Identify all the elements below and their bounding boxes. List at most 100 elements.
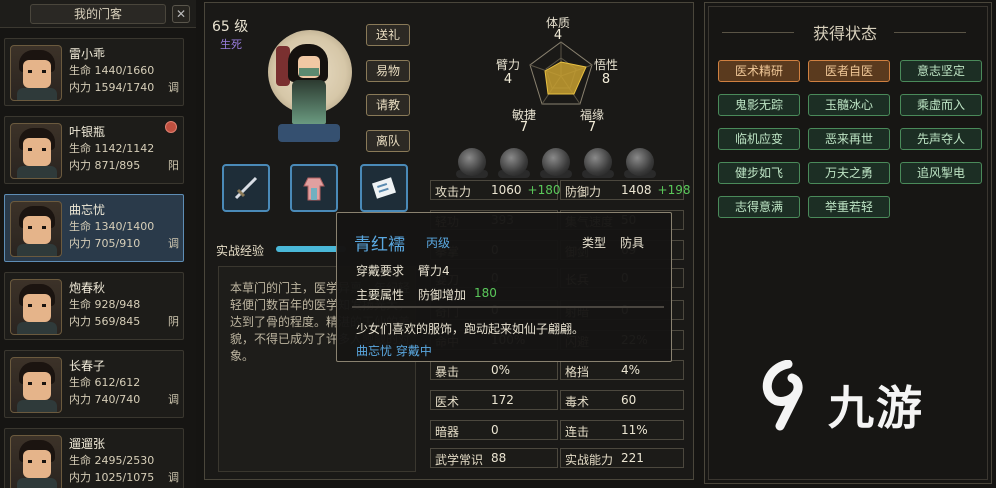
equip-slot-armor[interactable] [290,164,338,212]
trade-button[interactable]: 易物 [366,60,410,82]
character-mp: 内力 1594/1740 [69,81,155,94]
stat-label: 武学常识 [435,453,484,467]
stat-label: 医术 [435,395,460,409]
stat-label: 连击 [565,425,590,439]
character-hp: 生命 612/612 [69,376,141,389]
status-tag[interactable]: 乘虚而入 [900,94,982,116]
status-tag[interactable]: 追风掣电 [900,162,982,184]
stat-number: 221 [621,451,644,465]
xp-label: 实战经验 [216,244,265,258]
skill-slot-3[interactable] [542,148,570,176]
stat-number: 4% [621,363,641,377]
stat-number: 0 [491,423,499,437]
skill-slot-1[interactable] [458,148,486,176]
tooltip-item-name: 青红襦 [354,235,405,255]
portrait-mask [299,68,319,76]
character-alignment: 调 [168,393,179,406]
status-tag[interactable]: 万夫之勇 [808,162,890,184]
character-hp: 生命 2495/2530 [69,454,155,467]
skill-slot-5[interactable] [626,148,654,176]
status-tag[interactable]: 医者自医 [808,60,890,82]
avatar [10,45,62,101]
roster-card[interactable]: 炮春秋 生命 928/948 内力 569/845 阴 [4,272,184,340]
stat-cell: 连击 11% [560,420,684,440]
roster-card[interactable]: 雷小乖生命 1440/1660 内力 1594/1740 调 [4,38,184,106]
status-tag[interactable]: 先声夺人 [900,128,982,150]
skill-slot-4[interactable] [584,148,612,176]
status-title: 获得状态 [812,24,877,43]
stat-label: 暗器 [435,425,460,439]
tooltip-item-rank: 丙级 [426,236,451,250]
avatar [10,435,62,488]
portrait-body [292,80,326,124]
roster-card[interactable]: 曲忘忧 生命 1340/1400 内力 705/910 调 [4,194,184,262]
stat-value: 4% [621,363,640,377]
watermark-text: 九游 [828,381,924,435]
status-tag[interactable]: 意志坚定 [900,60,982,82]
character-alignment: 调 [168,471,179,484]
stat-label: 攻击力 [435,185,472,199]
avatar [10,123,62,179]
stat-value: 1408 +198 [621,183,691,197]
character-alignment: 调 [168,81,179,94]
character-alignment: 调 [168,237,179,250]
stat-value: 221 [621,451,644,465]
stat-number: 88 [491,451,507,465]
stat-cell: 攻击力 1060 +180 [430,180,561,200]
stat-label: 格挡 [565,365,590,379]
roster-card[interactable]: 遛遛张 生命 2495/2530 内力 1025/1075 调 [4,428,184,488]
stat-value: 88 [491,451,506,465]
character-hp: 生命 1440/1660 [69,64,155,77]
status-tag[interactable]: 临机应变 [718,128,800,150]
gift-button[interactable]: 送礼 [366,24,410,46]
attr-label-strength: 臂力 [495,58,520,72]
roster-title: 我的门客 [30,4,166,24]
stat-bonus: +198 [657,183,691,197]
consult-button[interactable]: 请教 [366,94,410,116]
notification-badge-icon [165,121,177,133]
tooltip-requirement-label: 穿戴要求 [356,264,405,278]
character-name: 遛遛张 [69,437,106,451]
status-tag[interactable]: 玉髓冰心 [808,94,890,116]
status-tag[interactable]: 健步如飞 [718,162,800,184]
roster-card[interactable]: 叶银瓶 生命 1142/1142 内力 871/895 阳 [4,116,184,184]
stat-cell: 医术 172 [430,390,558,410]
character-alignment: 阳 [168,159,179,172]
stat-number: 172 [491,393,514,407]
stat-cell: 防御力 1408 +198 [560,180,691,200]
character-hp: 生命 928/948 [69,298,141,311]
equip-slot-book[interactable] [360,164,408,212]
character-tag: 生死 [220,38,242,51]
stat-value: 1060 +180 [491,183,561,197]
character-hp: 生命 1142/1142 [69,142,155,155]
robe-icon [303,177,325,201]
skill-slot-2[interactable] [500,148,528,176]
stat-cell: 暗器 0 [430,420,558,440]
tooltip-description: 少女们喜欢的服饰，跑动起来如仙子翩翩。 [356,322,585,336]
stat-value: 11% [621,423,648,437]
status-tag[interactable]: 医术精研 [718,60,800,82]
leave-party-button[interactable]: 离队 [366,130,410,152]
status-tag[interactable]: 志得意满 [718,196,800,218]
attr-value-fortune: 7 [587,120,597,135]
tooltip-requirement-value: 臂力4 [418,264,450,278]
status-tag[interactable]: 举重若轻 [808,196,890,218]
status-tag[interactable]: 鬼影无踪 [718,94,800,116]
stat-value: 60 [621,393,636,407]
character-name: 雷小乖 [69,47,106,61]
equip-slot-weapon[interactable] [222,164,270,212]
character-mp: 内力 569/845 [69,315,141,328]
roster-card[interactable]: 长春子 生命 612/612 内力 740/740 调 [4,350,184,418]
stat-cell: 格挡 4% [560,360,684,380]
tooltip-type-label: 类型 [582,236,607,250]
stat-cell: 暴击 0% [430,360,558,380]
close-icon[interactable]: ✕ [172,5,190,23]
status-tag[interactable]: 恶来再世 [808,128,890,150]
tooltip-divider [352,306,664,308]
character-level: 65 级 [212,19,249,35]
stat-value: 0 [491,423,499,437]
stat-number: 11% [621,423,648,437]
tooltip-type-value: 防具 [620,236,645,250]
stat-label: 毒术 [565,395,590,409]
tooltip-wearer: 曲忘忧 穿戴中 [356,344,432,358]
